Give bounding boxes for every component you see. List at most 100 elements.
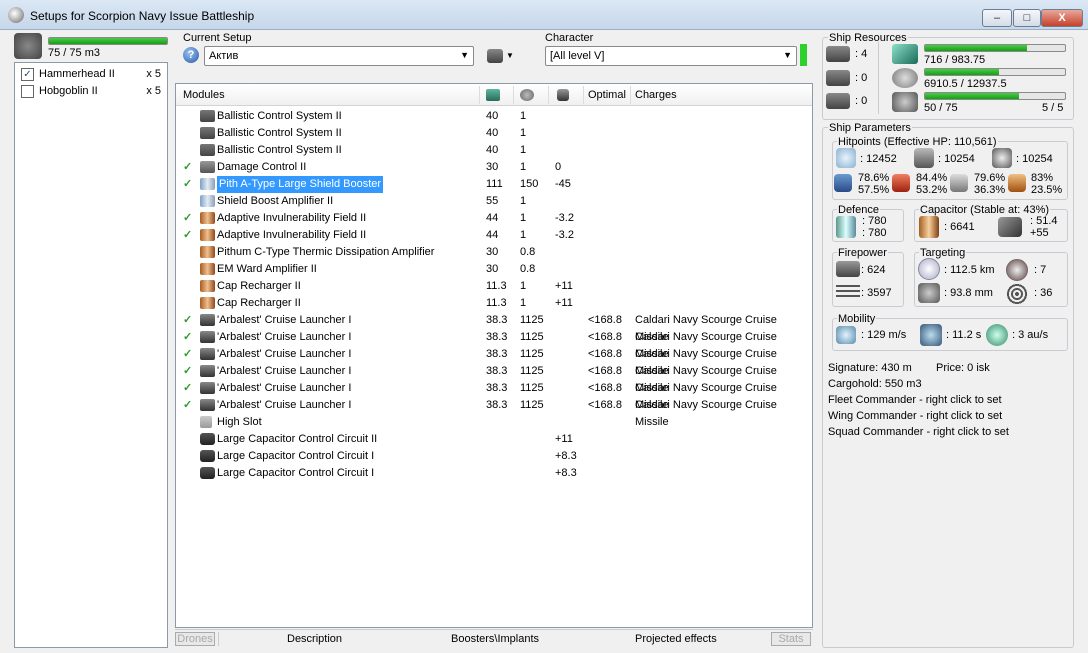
module-row[interactable]: Large Capacitor Control Circuit II +11	[176, 431, 810, 448]
module-row[interactable]: ✓ 'Arbalest' Cruise Launcher I 38.3 1125 <16…	[176, 380, 810, 411]
launcher-module-icon	[200, 397, 215, 414]
power-column-icon[interactable]	[520, 89, 534, 101]
drone-item-hobgoblin[interactable]: Hobgoblin II x 5	[19, 84, 163, 100]
capacitor-column-icon[interactable]	[557, 89, 569, 101]
projected-effects-tab[interactable]: Projected effects	[635, 633, 717, 645]
launcher-module-icon	[200, 380, 215, 397]
max-targets-value: : 7	[1034, 264, 1047, 276]
module-row[interactable]: Large Capacitor Control Circuit I +8.3	[176, 465, 810, 482]
thermal-resist-a: 84.4%	[916, 172, 948, 184]
drone-checkbox-hammerhead[interactable]: ✓	[21, 68, 34, 81]
setup-select[interactable]: Актив ▼	[204, 46, 474, 66]
header-modules[interactable]: Modules	[183, 84, 225, 106]
module-optimal: <168.8	[588, 348, 622, 360]
module-name: High Slot	[217, 416, 262, 428]
module-optimal: <168.8	[588, 399, 622, 411]
close-button[interactable]: X	[1041, 9, 1083, 27]
drone-count: x 5	[146, 85, 161, 97]
module-row[interactable]: EM Ward Amplifier II 30 0.8	[176, 261, 810, 278]
module-cpu: 40	[486, 110, 499, 122]
drones-tab-button[interactable]: Drones	[175, 632, 215, 646]
module-cpu: 38.3	[486, 399, 508, 411]
capacitor-value-2: +55	[1030, 227, 1049, 239]
setup-options-button[interactable]: ▼	[487, 49, 515, 65]
module-row[interactable]: High Slot	[176, 414, 810, 431]
firepower-label: Firepower	[837, 247, 888, 259]
module-row[interactable]: Shield Boost Amplifier II 55 1	[176, 193, 810, 210]
stats-tab-button[interactable]: Stats	[771, 632, 811, 646]
armor-hp-value: : 10254	[938, 153, 975, 165]
module-optimal: <168.8	[588, 314, 622, 326]
module-cpu: 111	[486, 178, 503, 190]
drone-bay-text: 75 / 75 m3	[48, 47, 100, 59]
module-cap: +11	[555, 433, 573, 445]
scan-resolution-value: : 93.8 mm	[944, 287, 993, 299]
hitpoints-label: Hitpoints (Effective HP: 110,561)	[837, 136, 998, 148]
module-power: 1	[520, 110, 527, 122]
thermal-resist-b: 53.2%	[916, 184, 948, 196]
module-row[interactable]: ✓ Damage Control II 30 1 0	[176, 159, 810, 176]
cap-module-icon	[200, 431, 215, 448]
module-row[interactable]: Large Capacitor Control Circuit I +8.3	[176, 448, 810, 465]
minimize-button[interactable]: –	[982, 9, 1012, 27]
module-name: Cap Recharger II	[217, 280, 301, 292]
module-row[interactable]: ✓ Adaptive Invulnerability Field II 44 1 -3.…	[176, 227, 810, 244]
module-row[interactable]: ✓ 'Arbalest' Cruise Launcher I 38.3 1125 <16…	[176, 397, 810, 428]
module-row[interactable]: Ballistic Control System II 40 1	[176, 108, 810, 125]
drone-item-hammerhead[interactable]: ✓ Hammerhead II x 5	[19, 67, 163, 83]
character-select-value: [All level V]	[550, 50, 605, 62]
mobility-label: Mobility	[837, 313, 877, 325]
check-icon: ✓	[183, 365, 193, 377]
armor-module-icon	[200, 261, 215, 278]
check-icon: ✓	[183, 348, 193, 360]
header-charges[interactable]: Charges	[635, 84, 677, 106]
module-row[interactable]: Ballistic Control System II 40 1	[176, 142, 810, 159]
module-power: 1	[520, 127, 527, 139]
module-row[interactable]: ✓ 'Arbalest' Cruise Launcher I 38.3 1125 <16…	[176, 363, 810, 394]
module-name: Cap Recharger II	[217, 297, 301, 309]
character-select[interactable]: [All level V] ▼	[545, 46, 797, 66]
setup-select-value: Актив	[209, 50, 239, 62]
drone-count-text: 5 / 5	[1042, 102, 1064, 114]
squad-commander-slot[interactable]: Squad Commander - right click to set	[828, 426, 1009, 438]
module-row[interactable]: Ballistic Control System II 40 1	[176, 125, 810, 142]
module-cpu: 55	[486, 195, 499, 207]
drone-checkbox-hobgoblin[interactable]	[21, 85, 34, 98]
check-icon: ✓	[183, 314, 193, 326]
module-cap: +8.3	[555, 450, 577, 462]
module-row[interactable]: ✓ 'Arbalest' Cruise Launcher I 38.3 1125 <16…	[176, 346, 810, 377]
module-row[interactable]: ✓ Adaptive Invulnerability Field II 44 1 -3.…	[176, 210, 810, 227]
module-row[interactable]: Cap Recharger II 11.3 1 +11	[176, 295, 810, 312]
fleet-commander-slot[interactable]: Fleet Commander - right click to set	[828, 394, 1002, 406]
module-cap: -3.2	[555, 212, 574, 224]
module-power: 150	[520, 178, 539, 190]
module-name: Adaptive Invulnerability Field II	[217, 212, 367, 224]
header-optimal[interactable]: Optimal	[588, 84, 626, 106]
boosters-implants-tab[interactable]: Boosters\Implants	[451, 633, 539, 645]
module-name: 'Arbalest' Cruise Launcher I	[217, 382, 352, 394]
structure-hp-icon	[992, 148, 1012, 168]
wing-commander-slot[interactable]: Wing Commander - right click to set	[828, 410, 1002, 422]
check-icon: ✓	[183, 382, 193, 394]
kinetic-resist-a: 79.6%	[974, 172, 1006, 184]
description-tab[interactable]: Description	[287, 633, 342, 645]
help-icon[interactable]: ?	[183, 47, 199, 63]
launcher-slot-icon	[826, 70, 850, 86]
module-name: Shield Boost Amplifier II	[217, 195, 334, 207]
defence-value-2: : 780	[862, 227, 887, 239]
ship-resources-label: Ship Resources	[828, 32, 908, 44]
chevron-down-icon: ▼	[460, 50, 469, 60]
module-row[interactable]: Cap Recharger II 11.3 1 +11	[176, 278, 810, 295]
defence-icon	[836, 216, 856, 238]
dmg-module-icon	[200, 159, 215, 176]
module-cpu: 38.3	[486, 348, 508, 360]
module-row[interactable]: Pithum C-Type Thermic Dissipation Amplif…	[176, 244, 810, 261]
shield-hp-icon	[836, 148, 856, 168]
module-row[interactable]: ✓ Pith A-Type Large Shield Booster 111 150 -…	[176, 176, 810, 193]
cpu-column-icon[interactable]	[486, 89, 500, 101]
cap-module-icon	[200, 465, 215, 482]
maximize-button[interactable]: □	[1013, 9, 1041, 27]
drone-control-value: : 0	[855, 95, 868, 107]
module-row[interactable]: ✓ 'Arbalest' Cruise Launcher I 38.3 1125 <16…	[176, 312, 810, 343]
module-row[interactable]: ✓ 'Arbalest' Cruise Launcher I 38.3 1125 <16…	[176, 329, 810, 360]
